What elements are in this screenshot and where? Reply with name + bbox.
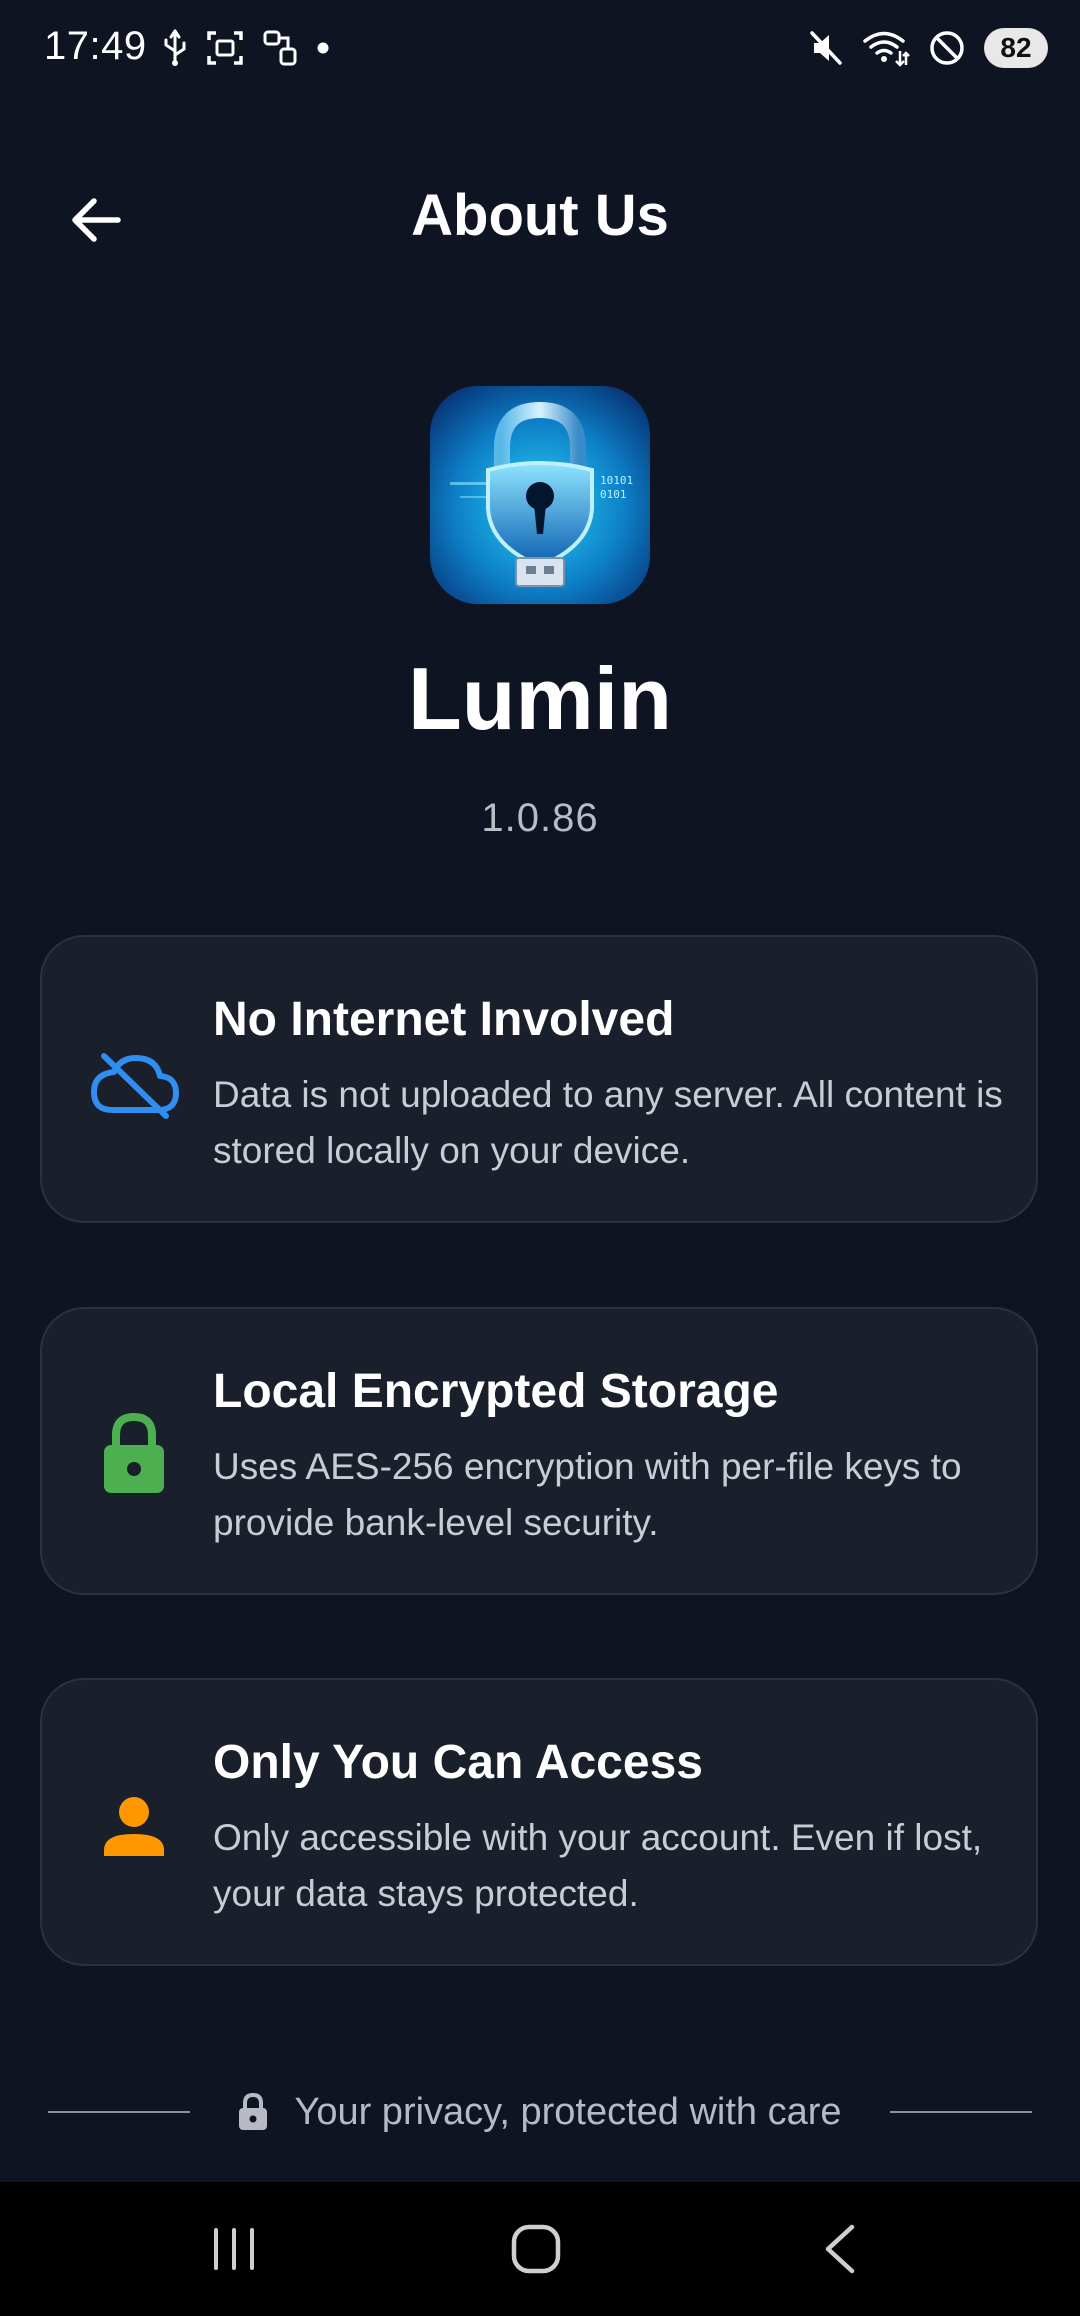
feature-description: Data is not uploaded to any server. All … <box>213 1074 1003 1171</box>
dot-icon <box>317 42 329 54</box>
person-icon <box>86 1778 182 1874</box>
feature-description: Only accessible with your account. Even … <box>213 1817 983 1914</box>
status-bar: 17:49 82 <box>0 0 1080 96</box>
feature-card-encrypted-storage: Local Encrypted Storage Uses AES-256 enc… <box>40 1307 1038 1595</box>
page-title: About Us <box>411 183 669 248</box>
nav-back-button[interactable] <box>760 2182 920 2316</box>
usb-icon <box>164 29 186 66</box>
recents-button[interactable] <box>154 2182 314 2316</box>
footer-content: Your privacy, protected with care <box>190 2091 890 2134</box>
feature-card-no-internet: No Internet Involved Data is not uploade… <box>40 935 1038 1223</box>
cloud-off-icon <box>86 1037 182 1133</box>
feature-description: Uses AES-256 encryption with per-file ke… <box>213 1446 962 1543</box>
svg-text:10101: 10101 <box>600 474 633 487</box>
system-nav-bar <box>0 2182 1080 2316</box>
lock-icon <box>86 1405 182 1501</box>
app-logo: 10101 0101 <box>430 386 650 604</box>
app-version: 1.0.86 <box>481 796 599 840</box>
home-button[interactable] <box>456 2182 616 2316</box>
screenshot-icon <box>207 31 243 65</box>
divider-right <box>890 2111 1032 2113</box>
lock-icon <box>239 2092 268 2130</box>
status-right-icons: 82 <box>808 26 1048 70</box>
wifi-icon <box>863 31 910 67</box>
dnd-icon <box>930 31 964 65</box>
battery-level: 82 <box>1000 32 1032 63</box>
home-icon <box>511 2224 561 2274</box>
back-icon <box>825 2224 855 2274</box>
about-us-screen: 17:49 82 About Us 10101 0101 Lumin 1.0.8… <box>0 0 1080 2316</box>
status-left-icons <box>162 28 330 68</box>
mute-icon <box>810 31 842 65</box>
feature-title: Only You Can Access <box>213 1736 703 1789</box>
feature-title: No Internet Involved <box>213 993 675 1046</box>
recents-icon <box>214 2228 254 2270</box>
app-name: Lumin <box>408 649 672 748</box>
privacy-footer: Your privacy, protected with care <box>48 2082 1032 2142</box>
divider-left <box>48 2111 190 2113</box>
nfc-icon <box>263 30 297 66</box>
feature-card-only-you: Only You Can Access Only accessible with… <box>40 1678 1038 1966</box>
status-time: 17:49 <box>44 24 147 68</box>
svg-text:0101: 0101 <box>600 488 627 501</box>
battery-icon: 82 <box>984 28 1048 68</box>
footer-text: Your privacy, protected with care <box>294 2090 842 2133</box>
feature-title: Local Encrypted Storage <box>213 1365 779 1418</box>
